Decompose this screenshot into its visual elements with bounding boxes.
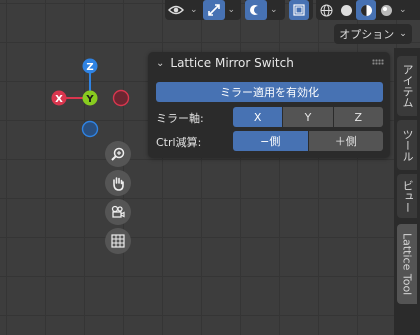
tab-lattice-tool-label: Lattice Tool [400,232,414,296]
axis-y-button[interactable]: Y [282,107,333,127]
camera-icon[interactable] [105,199,131,225]
solid-shading-icon[interactable] [336,0,356,20]
tab-tool-label: ツール [401,128,414,162]
grid-icon[interactable] [105,228,131,254]
x-axis-label: X [55,94,63,105]
rendered-shading-icon[interactable] [376,0,396,20]
overlay-icon[interactable] [245,0,267,20]
visibility-selectability-group: ⌄ ⌄ [165,0,241,20]
negative-z-axis-handle [81,120,99,138]
mirror-axis-selector: X Y Z [233,107,383,127]
gizmo-icon[interactable] [202,0,225,20]
axis-z-button[interactable]: Z [332,107,383,127]
tab-view[interactable]: ビュー [397,174,417,218]
tab-item-label: アイテム [401,64,414,108]
hand-pan-icon[interactable] [105,170,131,196]
chevron-down-icon[interactable]: ⌄ [396,5,410,15]
navigation-gizmo[interactable]: Z X Y [0,0,140,150]
axis-x-button[interactable]: X [233,107,283,127]
options-label: オプション [339,28,395,41]
apply-mirror-toggle[interactable]: ミラー適用を有効化 [156,82,383,102]
shading-group: ⌄ [316,0,420,20]
ctrl-subtract-label: Ctrl減算: [156,136,202,149]
z-axis-label: Z [86,62,93,73]
xray-icon[interactable] [289,0,309,20]
drag-handle-icon[interactable] [372,59,384,65]
chevron-down-icon[interactable]: ⌄ [267,5,281,15]
panel-header[interactable]: ⌄ Lattice Mirror Switch [148,52,390,74]
mirror-axis-label: ミラー軸: [156,112,204,125]
lattice-mirror-switch-panel: ⌄ Lattice Mirror Switch ミラー適用を有効化 ミラー軸: … [148,52,390,158]
negative-x-axis-handle [112,89,130,107]
chevron-down-icon: ⌄ [156,57,165,69]
positive-side-button[interactable]: ＋側 [307,131,383,151]
chevron-down-icon: ⌄ [399,29,407,39]
overlay-group: ⌄ [245,0,285,20]
xray-group [289,0,313,20]
material-shading-icon[interactable] [356,0,376,20]
zoom-icon[interactable] [105,141,131,167]
chevron-down-icon[interactable]: ⌄ [187,5,201,15]
y-axis-label: Y [85,94,94,105]
ctrl-side-selector: −側 ＋側 [233,131,383,151]
sidebar-tabs: アイテム ツール ビュー Lattice Tool [394,48,420,335]
tab-tool[interactable]: ツール [397,120,417,170]
eye-icon[interactable] [165,0,187,20]
options-dropdown[interactable]: オプション ⌄ [334,24,412,44]
tab-view-label: ビュー [401,179,414,213]
panel-title: Lattice Mirror Switch [170,56,294,70]
negative-side-button[interactable]: −側 [233,131,308,151]
tab-item[interactable]: アイテム [397,56,417,116]
chevron-down-icon[interactable]: ⌄ [225,5,239,15]
wireframe-shading-icon[interactable] [316,0,336,20]
tab-lattice-tool[interactable]: Lattice Tool [397,224,417,304]
